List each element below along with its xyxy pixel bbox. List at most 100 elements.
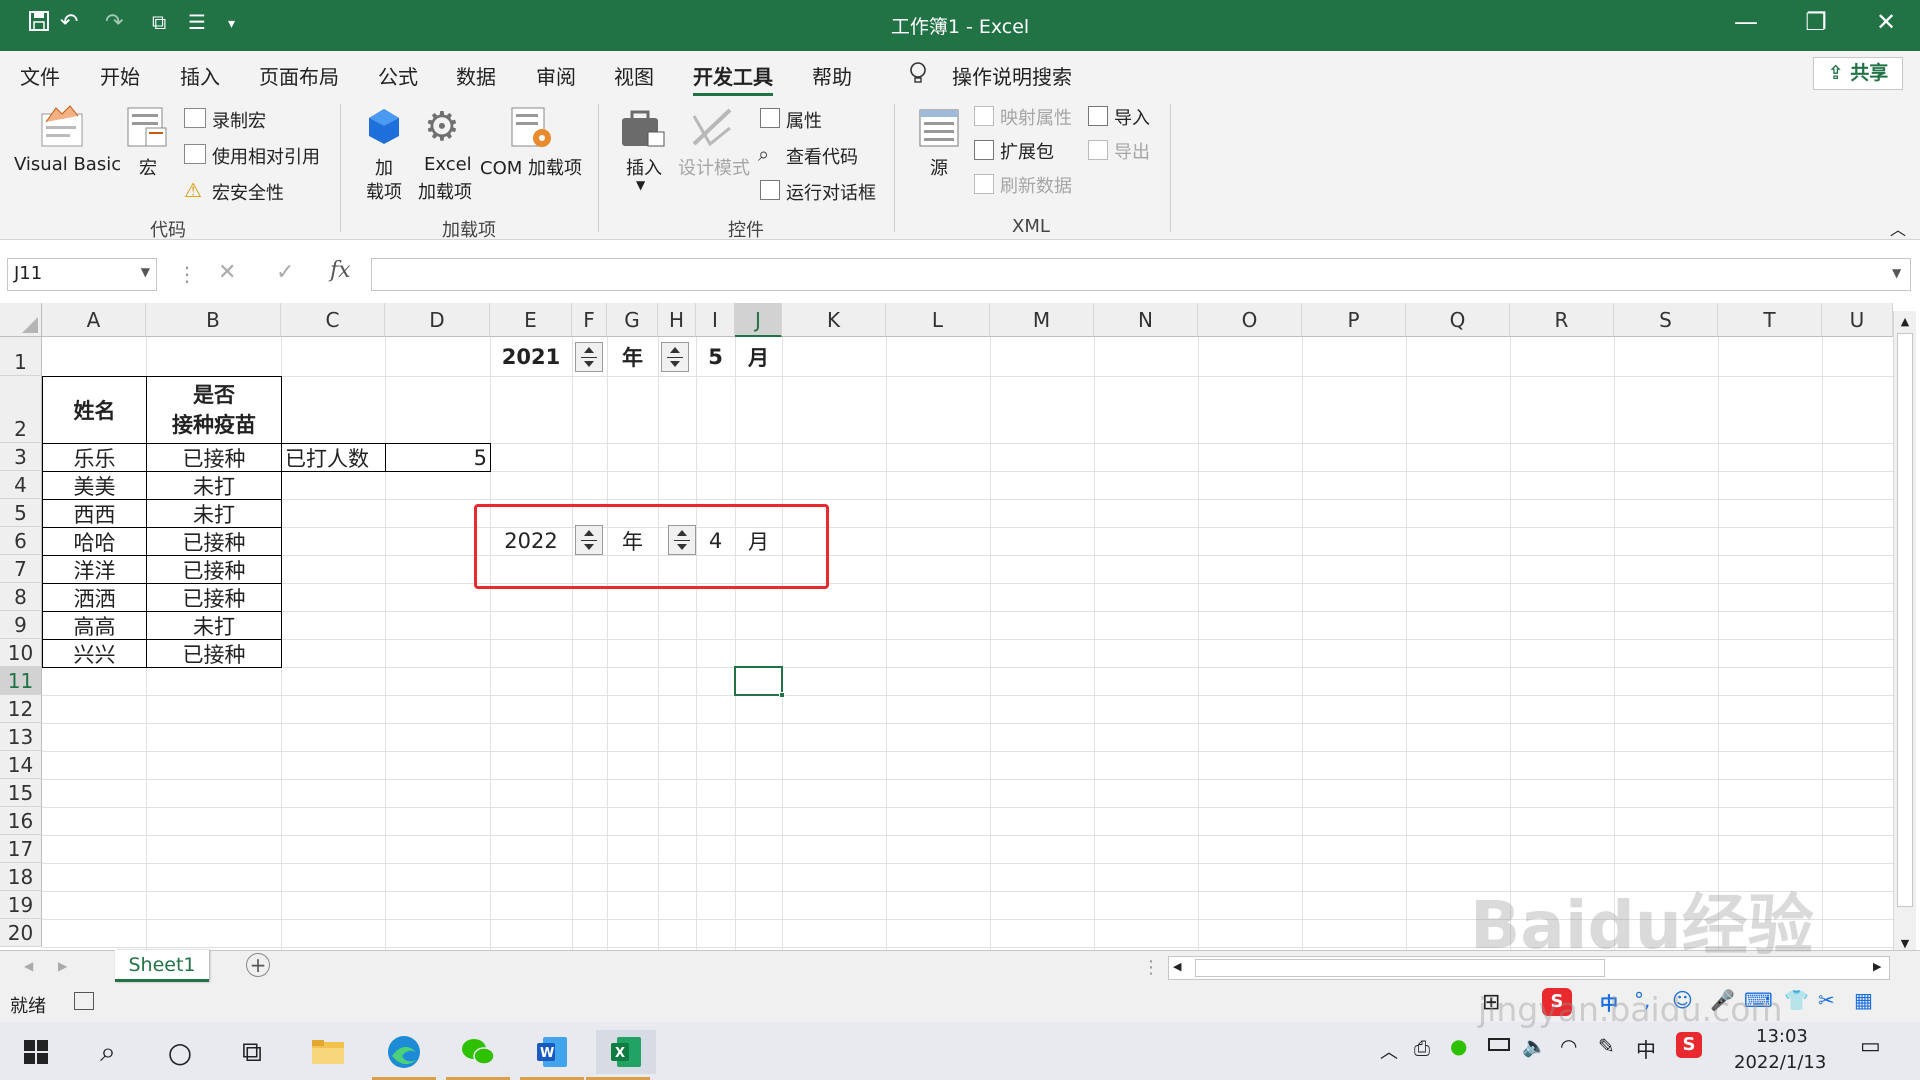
ime-skin-icon[interactable]: 👕 <box>1784 988 1809 1012</box>
battery-icon[interactable] <box>1488 1038 1510 1051</box>
expand-formula-icon[interactable]: ▼ <box>1892 266 1901 280</box>
notification-icon[interactable]: ▭ <box>1860 1034 1881 1059</box>
column-header[interactable]: I <box>696 303 735 337</box>
tab-formulas[interactable]: 公式 <box>378 61 418 90</box>
cell-A8[interactable]: 洒洒 <box>42 583 147 612</box>
select-all-corner[interactable] <box>0 303 42 337</box>
close-button[interactable]: ✕ <box>1856 8 1916 36</box>
splitter-icon[interactable]: ⋮ <box>1142 957 1160 978</box>
wifi-icon[interactable]: ◠ <box>1560 1034 1577 1058</box>
cell-B6[interactable]: 已接种 <box>146 527 282 556</box>
tab-page-layout[interactable]: 页面布局 <box>259 61 339 90</box>
record-macro-button[interactable]: 录制宏 <box>212 107 266 133</box>
cell-B8[interactable]: 已接种 <box>146 583 282 612</box>
import-button[interactable]: 导入 <box>1114 104 1150 130</box>
clock-date[interactable]: 2022/1/13 <box>1734 1052 1826 1073</box>
column-header[interactable]: U <box>1822 303 1893 337</box>
xml-source-icon[interactable] <box>918 108 960 153</box>
year-spinner-top[interactable] <box>575 342 603 372</box>
column-header[interactable]: G <box>607 303 658 337</box>
column-header[interactable]: E <box>490 303 572 337</box>
row-header[interactable]: 6 <box>0 527 42 555</box>
visual-basic-icon[interactable] <box>38 104 86 155</box>
row-header[interactable]: 15 <box>0 779 42 807</box>
volume-icon[interactable]: 🔈 <box>1522 1034 1547 1058</box>
cell-A4[interactable]: 美美 <box>42 471 147 500</box>
column-header[interactable]: O <box>1198 303 1302 337</box>
enter-icon[interactable]: ✓ <box>276 260 294 285</box>
row-header[interactable]: 12 <box>0 695 42 723</box>
row-header[interactable]: 1 <box>0 337 42 376</box>
wechat-tray-icon[interactable]: ● <box>1450 1034 1467 1058</box>
row-header[interactable]: 7 <box>0 555 42 583</box>
com-addins-icon[interactable] <box>508 104 554 155</box>
row-header[interactable]: 9 <box>0 611 42 639</box>
row-header[interactable]: 11 <box>0 667 42 695</box>
windows-start-icon[interactable] <box>14 1030 58 1074</box>
scroll-up-icon[interactable]: ▲ <box>1896 313 1914 331</box>
network-drive-icon[interactable]: ⎙ <box>1414 1036 1430 1060</box>
xml-source-button[interactable]: 源 <box>930 154 948 180</box>
insert-function-icon[interactable]: fx <box>330 258 351 283</box>
wechat-icon[interactable] <box>446 1030 510 1080</box>
name-box-dropdown-icon[interactable]: ▼ <box>141 265 150 279</box>
cell-B10[interactable]: 已接种 <box>146 639 282 668</box>
show-hidden-icons-icon[interactable]: ︿ <box>1380 1038 1398 1064</box>
edge-browser-icon[interactable] <box>372 1030 436 1080</box>
selected-cell-J11[interactable] <box>734 666 785 698</box>
row-header[interactable]: 17 <box>0 835 42 863</box>
pen-icon[interactable]: ✎ <box>1598 1034 1615 1058</box>
name-box[interactable]: J11 ▼ <box>7 258 157 291</box>
ime-scissors-icon[interactable]: ✂ <box>1818 988 1835 1012</box>
row-header[interactable]: 19 <box>0 891 42 919</box>
cell-C3[interactable]: 已打人数 <box>281 443 386 472</box>
scrollbar-thumb[interactable] <box>1897 333 1913 907</box>
row-header[interactable]: 4 <box>0 471 42 499</box>
column-header[interactable]: M <box>990 303 1094 337</box>
column-header[interactable]: S <box>1614 303 1718 337</box>
cell-A5[interactable]: 西西 <box>42 499 147 528</box>
column-header[interactable]: R <box>1510 303 1614 337</box>
row-header[interactable]: 13 <box>0 723 42 751</box>
column-header[interactable]: K <box>782 303 886 337</box>
cancel-icon[interactable]: ✕ <box>218 260 236 285</box>
file-explorer-icon[interactable] <box>306 1030 350 1074</box>
month-spinner-top[interactable] <box>661 342 689 372</box>
design-mode-button[interactable]: 设计模式 <box>678 154 750 180</box>
addins-label-1[interactable]: 加 <box>375 154 393 180</box>
cell-B9[interactable]: 未打 <box>146 611 282 640</box>
cell-G1[interactable]: 年 <box>607 337 658 376</box>
row-header[interactable]: 20 <box>0 919 42 947</box>
tab-developer[interactable]: 开发工具 <box>693 61 773 96</box>
formula-input[interactable] <box>371 258 1911 291</box>
macro-record-status-icon[interactable] <box>74 992 94 1010</box>
column-header[interactable]: C <box>281 303 385 337</box>
column-header[interactable]: F <box>572 303 607 337</box>
row-header[interactable]: 2 <box>0 376 42 443</box>
cell-A7[interactable]: 洋洋 <box>42 555 147 584</box>
next-sheet-icon[interactable]: ▶ <box>58 959 67 973</box>
cell-B2[interactable]: 是否 接种疫苗 <box>146 376 282 444</box>
column-header[interactable]: B <box>146 303 281 337</box>
cell-A3[interactable]: 乐乐 <box>42 443 147 472</box>
restore-button[interactable]: ❐ <box>1786 8 1846 36</box>
run-dialog-button[interactable]: 运行对话框 <box>786 179 876 205</box>
macros-icon[interactable] <box>124 104 170 155</box>
cortana-icon[interactable]: ○ <box>158 1030 202 1074</box>
minimize-button[interactable]: — <box>1716 8 1776 36</box>
sheet-tab-sheet1[interactable]: Sheet1 <box>115 950 209 982</box>
vertical-scrollbar[interactable]: ▲ ▼ <box>1893 311 1916 958</box>
column-header[interactable]: N <box>1094 303 1198 337</box>
column-header[interactable]: D <box>385 303 490 337</box>
worksheet-grid[interactable]: A B C D E F G H I J K L M N O P Q R S T … <box>0 303 1893 950</box>
macro-security-button[interactable]: 宏安全性 <box>212 179 284 205</box>
scroll-left-icon[interactable]: ◀ <box>1173 960 1181 973</box>
row-header[interactable]: 14 <box>0 751 42 779</box>
clock-time[interactable]: 13:03 <box>1756 1026 1808 1047</box>
macros-button[interactable]: 宏 <box>139 154 157 180</box>
column-header[interactable]: L <box>886 303 990 337</box>
cell-A10[interactable]: 兴兴 <box>42 639 147 668</box>
relative-reference-button[interactable]: 使用相对引用 <box>212 143 320 169</box>
row-header[interactable]: 16 <box>0 807 42 835</box>
cell-J1[interactable]: 月 <box>735 337 782 376</box>
